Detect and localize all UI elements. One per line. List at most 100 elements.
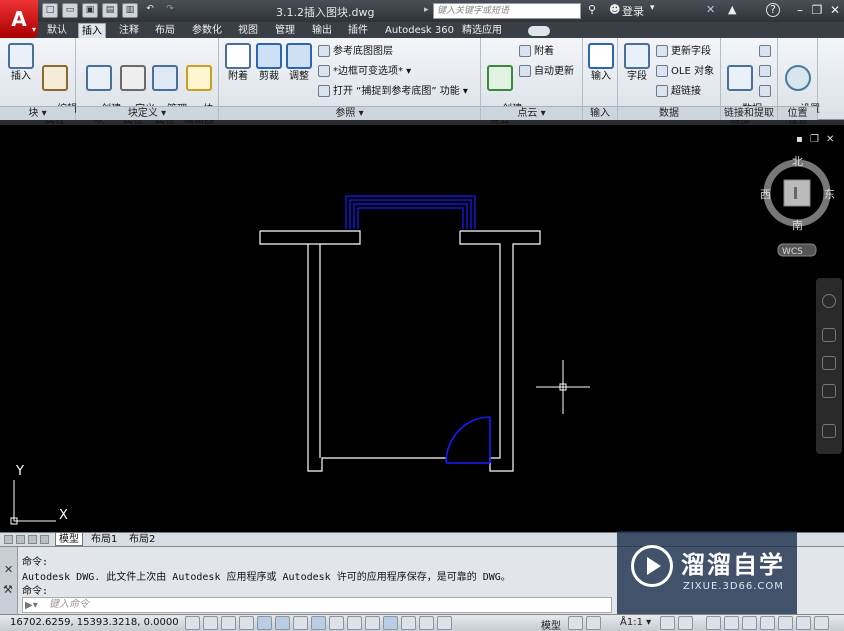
tab-parametric[interactable]: 参数化 (189, 23, 225, 38)
showmotion-icon[interactable] (822, 424, 836, 438)
hyperlink-button[interactable]: 超链接 (656, 84, 701, 100)
tab-default[interactable]: 默认 (44, 23, 70, 38)
tab-view[interactable]: 视图 (235, 23, 261, 38)
drawing-canvas[interactable]: Y X 北 南 东 西 WCS (0, 125, 844, 532)
annotation-visibility-icon[interactable] (660, 616, 675, 630)
autodesk360-icon[interactable]: ▲ (728, 3, 736, 16)
snap-mode-toggle[interactable] (203, 616, 218, 630)
binoculars-icon[interactable]: ⚲ (588, 3, 596, 16)
clip-button[interactable]: 剪裁 (252, 43, 286, 82)
auto-scale-icon[interactable] (678, 616, 693, 630)
tab-insert[interactable]: 插入 (78, 23, 106, 38)
auto-update-button[interactable]: 自动更新 (519, 64, 574, 80)
snap-underlay-dropdown[interactable]: 打开 “捕捉到参考底图” 功能 ▾ (318, 84, 468, 100)
isolate-objects-icon[interactable] (760, 616, 775, 630)
wcs-menu[interactable]: WCS (782, 247, 803, 257)
viewport-restore-icon[interactable]: ❐ (810, 134, 819, 145)
ole-object-button[interactable]: OLE 对象 (656, 64, 714, 80)
ribbon-toggle-button[interactable] (528, 26, 550, 36)
panel-title-block[interactable]: 块 ▾ (0, 106, 75, 120)
tab-featured-apps[interactable]: 精选应用 (459, 23, 505, 38)
status-menu-icon[interactable] (796, 616, 811, 630)
coordinates-readout[interactable]: 16702.6259, 15393.3218, 0.0000 (10, 617, 179, 628)
help-button[interactable]: ? (766, 3, 780, 17)
wrench-icon[interactable]: ⚒ (3, 583, 13, 596)
field-button[interactable]: 字段 (620, 43, 654, 82)
quick-properties-toggle[interactable] (401, 616, 416, 630)
adjust-button[interactable]: 调整 (282, 43, 316, 82)
update-fields-button[interactable]: 更新字段 (656, 44, 711, 60)
search-expand-icon[interactable]: ▸ (424, 5, 429, 15)
first-tab-icon[interactable] (4, 535, 13, 544)
workspace-switching-icon[interactable] (706, 616, 721, 630)
tab-manage[interactable]: 管理 (272, 23, 298, 38)
tab-plugins[interactable]: 插件 (345, 23, 371, 38)
edit-attributes-button[interactable]: 编辑 属性 (38, 43, 77, 137)
lineweight-toggle[interactable] (365, 616, 380, 630)
new-file-icon[interactable]: □ (42, 3, 58, 18)
frame-option-dropdown[interactable]: *边框可变选项* ▾ (318, 64, 411, 80)
save-as-icon[interactable]: ▤ (102, 3, 118, 18)
create-point-cloud-button[interactable]: 创建 点云 (483, 43, 522, 137)
underlay-layers-button[interactable]: 参考底图图层 (318, 44, 393, 60)
steering-wheel-icon[interactable] (822, 294, 836, 308)
prev-tab-icon[interactable] (16, 535, 25, 544)
annotation-scale-dropdown[interactable]: Å1:1 ▾ (620, 617, 651, 628)
download-link-button[interactable] (759, 44, 774, 60)
login-dropdown-icon[interactable]: ▾ (650, 3, 655, 13)
zoom-icon[interactable] (822, 356, 836, 370)
lightbulb-icon[interactable] (778, 616, 793, 630)
pan-icon[interactable] (822, 328, 836, 342)
exchange-icon[interactable]: ✕ (706, 3, 715, 16)
minimize-icon[interactable]: – (791, 2, 809, 18)
login-button[interactable]: 登录 (622, 3, 644, 19)
dynamic-ucs-toggle[interactable] (329, 616, 344, 630)
redo-icon[interactable]: ↷ (162, 3, 178, 18)
tab-autodesk360[interactable]: Autodesk 360 (382, 23, 457, 38)
panel-title-reference[interactable]: 参照 ▾ (219, 106, 480, 120)
insert-block-button[interactable]: 插入 (4, 43, 38, 82)
user-icon[interactable]: ☻ (609, 3, 620, 16)
block-editor-button[interactable]: 块 编辑器 (182, 43, 216, 137)
viewcube-north[interactable]: 北 (792, 155, 803, 168)
search-input[interactable]: 键入关键字或短语 (433, 3, 581, 19)
create-block-button[interactable]: 创建 块 (82, 43, 121, 137)
selection-cycling-toggle[interactable] (419, 616, 434, 630)
print-icon[interactable]: ▥ (122, 3, 138, 18)
tab-layout2[interactable]: 布局2 (126, 533, 158, 546)
manage-attributes-button[interactable]: 管理 属性 (148, 43, 187, 137)
tab-annotate[interactable]: 注释 (116, 23, 142, 38)
extract-data-button[interactable] (759, 84, 774, 100)
set-location-button[interactable]: 设置 位置 (781, 43, 820, 137)
viewport-minimize-icon[interactable]: ▪ (796, 134, 803, 145)
model-space-button[interactable]: 模型 (541, 617, 561, 631)
open-file-icon[interactable]: ▭ (62, 3, 78, 18)
data-link-button[interactable]: 数据 链接 (723, 43, 762, 137)
3d-object-snap-toggle[interactable] (293, 616, 308, 630)
attach-point-cloud-button[interactable]: 附着 (519, 44, 554, 60)
command-prompt-icon[interactable]: ▶▾ (25, 600, 38, 611)
clean-screen-icon[interactable] (814, 616, 829, 630)
polar-tracking-toggle[interactable] (257, 616, 272, 630)
dynamic-input-toggle[interactable] (347, 616, 362, 630)
upload-link-button[interactable] (759, 64, 774, 80)
viewcube-east[interactable]: 东 (824, 188, 835, 201)
close-icon[interactable]: ✕ (826, 2, 844, 18)
undo-icon[interactable]: ↶ (142, 3, 158, 18)
lock-ui-icon[interactable] (724, 616, 739, 630)
last-tab-icon[interactable] (40, 535, 49, 544)
command-input[interactable]: 键入命令 (22, 597, 612, 613)
quick-view-layouts-icon[interactable] (568, 616, 583, 630)
tab-model[interactable]: 模型 (55, 533, 83, 546)
restore-icon[interactable]: ❐ (808, 2, 826, 18)
define-attributes-button[interactable]: 定义 属性 (116, 43, 155, 137)
viewcube[interactable]: 北 南 东 西 WCS (760, 155, 835, 257)
orbit-icon[interactable] (822, 384, 836, 398)
hardware-acceleration-icon[interactable] (742, 616, 757, 630)
annotation-monitor-toggle[interactable] (437, 616, 452, 630)
grid-display-toggle[interactable] (221, 616, 236, 630)
application-menu-button[interactable]: A ▾ (0, 0, 38, 38)
ortho-mode-toggle[interactable] (239, 616, 254, 630)
tab-layout1[interactable]: 布局1 (88, 533, 120, 546)
infer-constraints-toggle[interactable] (185, 616, 200, 630)
